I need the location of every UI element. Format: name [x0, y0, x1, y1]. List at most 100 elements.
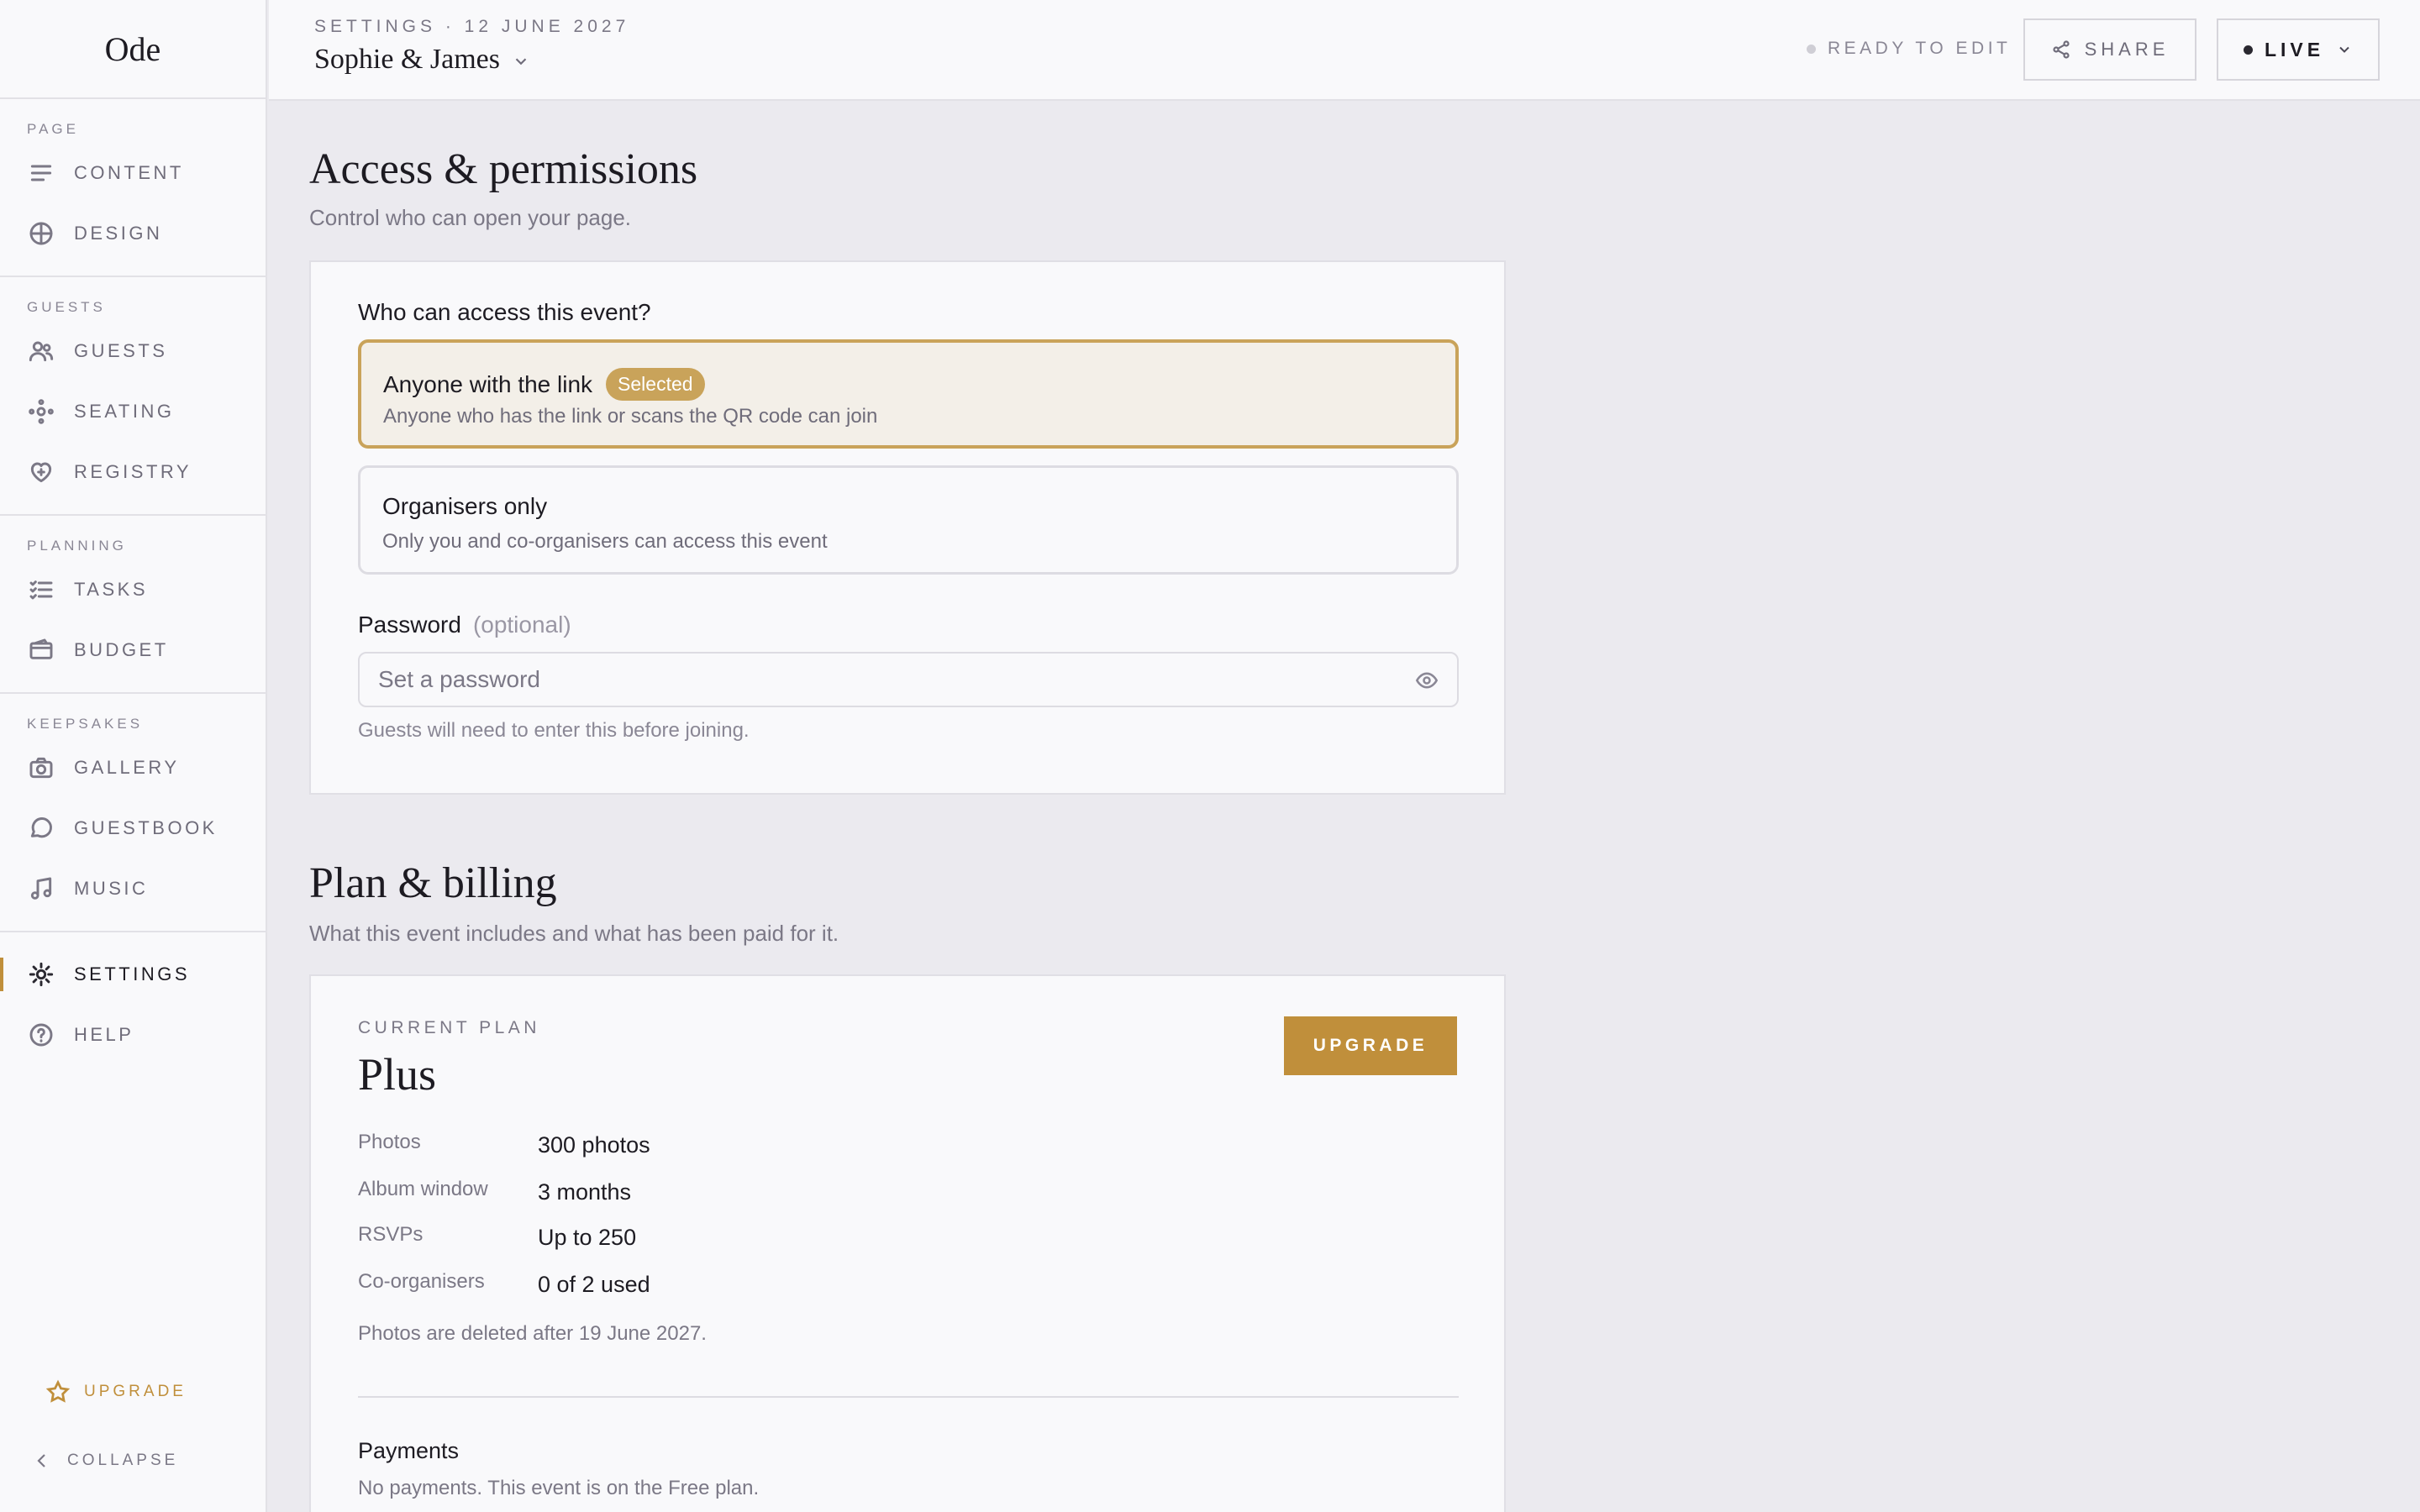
option-title: Anyone with the link: [383, 370, 593, 397]
sidebar-item-help[interactable]: HELP: [0, 1005, 266, 1065]
globe-icon: [27, 219, 55, 248]
sidebar-collapse-label: COLLAPSE: [67, 1452, 179, 1469]
gear-icon: [27, 960, 55, 989]
sidebar-item-budget[interactable]: BUDGET: [0, 620, 266, 680]
music-icon: [27, 874, 55, 903]
share-icon: [2052, 40, 2070, 59]
selected-badge: Selected: [606, 368, 705, 401]
sidebar-item-label: MUSIC: [74, 878, 149, 899]
eye-icon[interactable]: [1413, 669, 1440, 692]
event-name: Sophie & James: [314, 44, 500, 75]
nav-section-keepsakes: KEEPSAKES GALLERY GUESTBOOK MUSIC: [0, 694, 266, 932]
plan-feature-row: Album window 3 months: [358, 1178, 862, 1211]
payments-description: No payments. This event is on the Free p…: [358, 1477, 760, 1499]
plan-section-title: Plan & billing: [309, 859, 557, 907]
sidebar-item-gallery[interactable]: GALLERY: [0, 738, 266, 798]
share-label: SHARE: [2084, 39, 2170, 60]
camera-icon: [27, 753, 55, 782]
save-status: READY TO EDIT: [1807, 39, 2011, 59]
sidebar-item-content[interactable]: CONTENT: [0, 143, 266, 203]
top-bar: SETTINGS · 12 JUNE 2027 Sophie & James R…: [269, 0, 2420, 101]
checklist-icon: [27, 575, 55, 604]
feature-value: 3 months: [538, 1179, 632, 1205]
status-dot: [1807, 44, 1816, 54]
event-switcher[interactable]: Sophie & James: [314, 44, 530, 76]
sidebar-item-label: CONTENT: [74, 162, 184, 183]
option-title-row: Anyone with the link Selected: [383, 368, 705, 401]
access-section-subtitle: Control who can open your page.: [309, 205, 632, 230]
help-icon: [27, 1021, 55, 1049]
sidebar-item-label: DESIGN: [74, 223, 163, 244]
sidebar: Ode PAGE CONTENT DESIGN GUESTS GUESTS SE…: [0, 0, 267, 1512]
feature-key: Album window: [358, 1178, 488, 1200]
plan-feature-row: RSVPs Up to 250: [358, 1223, 862, 1257]
share-button[interactable]: SHARE: [2023, 18, 2196, 81]
plan-section-subtitle: What this event includes and what has be…: [309, 921, 839, 946]
password-label-text: Password: [358, 612, 461, 638]
chevron-down-icon: [2339, 46, 2349, 53]
divider: [358, 1396, 1459, 1398]
nav-section-settings: SETTINGS HELP: [0, 932, 266, 1065]
nav-section-page: PAGE CONTENT DESIGN: [0, 99, 266, 277]
sidebar-item-label: GUESTS: [74, 340, 168, 361]
nav-section-label: KEEPSAKES: [27, 716, 144, 732]
nav-section-planning: PLANNING TASKS BUDGET: [0, 516, 266, 694]
sidebar-item-label: GUESTBOOK: [74, 817, 218, 838]
sidebar-item-label: SEATING: [74, 401, 175, 422]
nav-section-label: PAGE: [27, 121, 79, 137]
sidebar-item-label: TASKS: [74, 579, 149, 600]
sidebar-item-tasks[interactable]: TASKS: [0, 559, 266, 620]
nav-section-guests: GUESTS GUESTS SEATING REGISTRY: [0, 277, 266, 516]
access-question: Who can access this event?: [358, 299, 651, 325]
plan-feature-row: Photos 300 photos: [358, 1131, 862, 1164]
sidebar-upgrade-button[interactable]: UPGRADE: [45, 1379, 187, 1404]
feature-key: Co-organisers: [358, 1270, 485, 1293]
feature-key: Photos: [358, 1131, 421, 1153]
sidebar-collapse-button[interactable]: COLLAPSE: [32, 1451, 178, 1471]
sidebar-item-label: REGISTRY: [74, 461, 192, 482]
star-icon: [45, 1379, 71, 1403]
password-field[interactable]: [378, 666, 1370, 693]
sidebar-item-label: BUDGET: [74, 639, 169, 660]
sidebar-upgrade-label: UPGRADE: [84, 1383, 187, 1400]
access-option-anyone[interactable]: Anyone with the link Selected Anyone who…: [358, 339, 1459, 449]
sidebar-item-seating[interactable]: SEATING: [0, 381, 266, 442]
sidebar-item-design[interactable]: DESIGN: [0, 203, 266, 264]
upgrade-label: UPGRADE: [1313, 1036, 1428, 1055]
nav-section-label: GUESTS: [27, 299, 106, 315]
sidebar-item-label: HELP: [74, 1024, 134, 1045]
sidebar-item-registry[interactable]: REGISTRY: [0, 442, 266, 502]
password-hint: Guests will need to enter this before jo…: [358, 719, 750, 742]
sidebar-item-music[interactable]: MUSIC: [0, 858, 266, 919]
status-text: READY TO EDIT: [1828, 39, 2012, 58]
plan-note: Photos are deleted after 19 June 2027.: [358, 1322, 707, 1345]
access-section-title: Access & permissions: [309, 145, 698, 193]
feature-value: 300 photos: [538, 1132, 650, 1158]
nav-section-label: PLANNING: [27, 538, 127, 554]
live-label: LIVE: [2264, 38, 2325, 60]
access-card: Who can access this event? Anyone with t…: [309, 260, 1506, 795]
current-plan-label: CURRENT PLAN: [358, 1018, 540, 1037]
option-title: Organisers only: [382, 493, 548, 519]
sidebar-item-guestbook[interactable]: GUESTBOOK: [0, 798, 266, 858]
payments-title: Payments: [358, 1438, 460, 1463]
chevron-left-icon: [37, 1454, 45, 1467]
option-description: Anyone who has the link or scans the QR …: [383, 405, 878, 428]
wallet-icon: [27, 636, 55, 664]
feature-value: 0 of 2 used: [538, 1272, 650, 1297]
access-option-organisers[interactable]: Organisers only Only you and co-organise…: [358, 465, 1459, 575]
feature-value: Up to 250: [538, 1225, 637, 1250]
upgrade-button[interactable]: UPGRADE: [1284, 1016, 1457, 1075]
password-label: Password (optional): [358, 612, 571, 638]
sidebar-item-settings[interactable]: SETTINGS: [0, 944, 266, 1005]
seating-icon: [27, 397, 55, 426]
sidebar-item-guests[interactable]: GUESTS: [0, 321, 266, 381]
option-description: Only you and co-organisers can access th…: [382, 530, 828, 553]
live-status-dropdown[interactable]: LIVE: [2217, 18, 2380, 81]
breadcrumb: SETTINGS · 12 JUNE 2027: [314, 17, 630, 36]
plan-card: CURRENT PLAN Plus UPGRADE Photos 300 pho…: [309, 974, 1506, 1512]
app-logo[interactable]: Ode: [0, 0, 266, 99]
feature-key: RSVPs: [358, 1223, 424, 1246]
password-optional-text: (optional): [472, 612, 571, 638]
live-dot: [2243, 45, 2253, 55]
